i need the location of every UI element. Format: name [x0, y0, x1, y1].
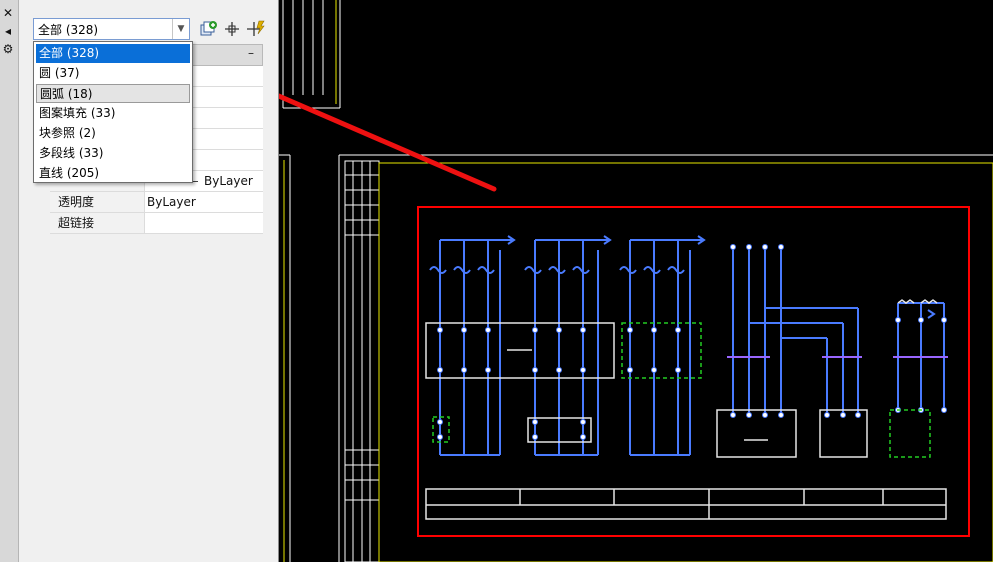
property-label: 透明度	[50, 192, 145, 212]
group-collapse-icon[interactable]: –	[248, 46, 254, 60]
object-type-value: 全部 (328)	[38, 23, 99, 37]
close-icon[interactable]: ✕	[1, 6, 15, 20]
chevron-down-icon[interactable]: ▼	[172, 19, 189, 39]
palette-title-strip: ✕ ◂ ⚙	[0, 0, 19, 562]
dropdown-option-arc[interactable]: 圆弧 (18)	[36, 84, 190, 103]
dropdown-option-line[interactable]: 直线 (205)	[36, 164, 190, 183]
settings-icon[interactable]: ⚙	[1, 42, 15, 56]
dropdown-option-hatch[interactable]: 图案填充 (33)	[36, 104, 190, 123]
select-objects-icon[interactable]	[222, 19, 242, 39]
object-type-dropdown[interactable]: 全部 (328) 圆 (37) 圆弧 (18) 图案填充 (33) 块参照 (2…	[33, 41, 193, 183]
dropdown-option-block-reference[interactable]: 块参照 (2)	[36, 124, 190, 143]
property-row-transparency[interactable]: 透明度 ByLayer	[50, 192, 263, 213]
quick-select-icon[interactable]	[246, 19, 266, 39]
collapse-icon[interactable]: ◂	[1, 24, 15, 38]
property-row-hyperlink[interactable]: 超链接	[50, 213, 263, 234]
dropdown-option-all[interactable]: 全部 (328)	[36, 44, 190, 63]
dropdown-option-polyline[interactable]: 多段线 (33)	[36, 144, 190, 163]
object-type-select[interactable]: 全部 (328) ▼	[33, 18, 190, 40]
properties-palette: ✕ ◂ ⚙ – ByLayer 透明度 ByLayer 超链接 全部 (328)…	[0, 0, 279, 562]
property-value: ByLayer	[204, 174, 253, 188]
property-value: ByLayer	[147, 195, 196, 209]
dropdown-option-circle[interactable]: 圆 (37)	[36, 64, 190, 83]
property-label: 超链接	[50, 213, 145, 233]
toggle-pickadd-icon[interactable]	[198, 19, 218, 39]
